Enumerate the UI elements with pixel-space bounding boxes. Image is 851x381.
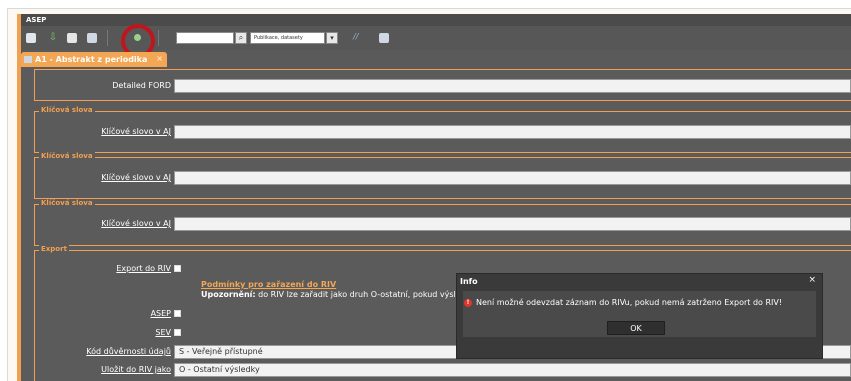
save-as-field[interactable]: O - Ostatní výsledky (174, 363, 851, 377)
filter-icon[interactable]: // (353, 32, 358, 41)
close-icon[interactable]: × (156, 51, 163, 66)
asep-checkbox[interactable] (174, 310, 181, 317)
riv-warning: Upozornění: do RIV lze zařadit jako druh… (201, 290, 461, 299)
submit-record-icon[interactable] (134, 34, 141, 41)
download-icon[interactable]: ⇩ (48, 33, 58, 43)
keyword-label[interactable]: Klíčové slovo v AJ (101, 127, 171, 136)
search-input[interactable] (176, 32, 234, 44)
error-icon: ! (464, 299, 472, 307)
asep-label[interactable]: ASEP (151, 309, 171, 318)
toolbar-separator (158, 30, 159, 46)
form-icon (24, 56, 32, 63)
tab-label: A1 - Abstrakt z periodika (35, 55, 148, 64)
export-legend: Export (39, 245, 69, 253)
keyword-label[interactable]: Klíčové slovo v AJ (101, 173, 171, 182)
close-icon[interactable]: × (808, 275, 816, 285)
window-title: ASEP (21, 14, 851, 26)
search-icon: ⌕ (238, 33, 244, 42)
keyword-label[interactable]: Klíčové slovo v AJ (101, 219, 171, 228)
keyword-field[interactable] (174, 217, 851, 231)
detailed-ford-label: Detailed FORD (112, 81, 171, 90)
warning-prefix: Upozornění: (201, 290, 256, 299)
detailed-ford-field[interactable] (174, 79, 851, 93)
confidentiality-label[interactable]: Kód důvěrnosti údajů (86, 347, 171, 356)
keyword-field[interactable] (174, 125, 851, 139)
save-as-label[interactable]: Uložit do RIV jako (101, 365, 171, 374)
dialog-title: Info (460, 277, 478, 286)
print-icon[interactable] (67, 33, 77, 43)
toolbar: ⇩ ⌕ Publikace, datasety ▾ // (21, 24, 851, 58)
list-icon[interactable] (379, 33, 389, 43)
dialog-message: Není možné odevzdat záznam do RIVu, poku… (476, 298, 783, 307)
grid-icon[interactable] (26, 33, 36, 43)
toolbar-separator (107, 30, 108, 46)
search-button[interactable]: ⌕ (235, 32, 247, 44)
ok-button[interactable]: OK (607, 321, 665, 335)
export-to-riv-checkbox[interactable] (174, 265, 181, 272)
chevron-down-icon[interactable]: ▾ (326, 32, 338, 44)
sev-checkbox[interactable] (174, 329, 181, 336)
tab-abstract[interactable]: A1 - Abstrakt z periodika × (21, 52, 167, 67)
export-to-riv-label[interactable]: Export do RIV (116, 264, 171, 273)
sev-label[interactable]: SEV (155, 328, 171, 337)
warning-text: do RIV lze zařadit jako druh O-ostatní, … (255, 290, 461, 299)
app-window: ASEP ⇩ ⌕ Publikace, datasety ▾ // A1 - A… (21, 14, 851, 381)
keywords-legend: Klíčová slova (39, 199, 95, 207)
keyword-field[interactable] (174, 171, 851, 185)
publication-select[interactable]: Publikace, datasety (250, 32, 325, 44)
riv-conditions-link[interactable]: Podmínky pro zařazení do RIV (201, 280, 336, 289)
keywords-legend: Klíčová slova (39, 152, 95, 160)
document-icon[interactable] (87, 33, 97, 43)
info-dialog: Info × ! Není možné odevzdat záznam do R… (456, 273, 823, 359)
keywords-legend: Klíčová slova (39, 106, 95, 114)
